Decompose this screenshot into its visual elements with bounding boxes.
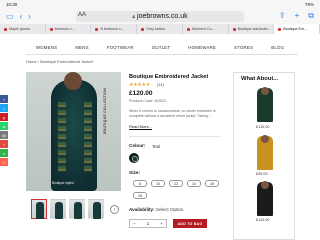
print-icon[interactable]: □	[0, 158, 8, 166]
email-icon[interactable]: @	[0, 131, 8, 139]
browser-tab-active[interactable]: Boutique Em...	[274, 24, 320, 34]
sms-icon[interactable]: s	[0, 149, 8, 157]
twitter-icon[interactable]: t	[0, 104, 8, 112]
colour-swatch-teal[interactable]	[129, 153, 139, 163]
availability-value: Select Option	[155, 207, 184, 212]
nav-homeware[interactable]: HOMEWARE	[188, 45, 216, 50]
browser-tab[interactable]: Womens Co...	[183, 24, 229, 34]
url-text: joebrowns.co.uk	[137, 13, 188, 20]
recommendation-image[interactable]	[244, 135, 286, 170]
qty-decrease-button[interactable]: −	[133, 221, 136, 226]
quantity-stepper: − 1 +	[129, 219, 167, 228]
read-more-link[interactable]: Read More...	[129, 124, 152, 129]
add-to-bag-button[interactable]: ADD TO BAG	[173, 219, 207, 228]
whatsapp-icon[interactable]: w	[0, 122, 8, 130]
clock: 10:30	[6, 2, 18, 7]
social-share-rail: f t p w @ + s □	[0, 95, 8, 167]
size-option[interactable]: 16	[205, 180, 219, 187]
product-title: Boutique Embroidered Jacket	[129, 74, 209, 80]
product-price: £120.00	[129, 90, 153, 97]
nav-outlet[interactable]: OUTLET	[152, 45, 171, 50]
size-option[interactable]: 14	[187, 180, 201, 187]
forward-icon[interactable]: ›	[28, 12, 31, 21]
rating-stars[interactable]: ★★★★★	[129, 82, 150, 88]
nav-divider	[26, 54, 298, 55]
what-about-panel: What About... £110.00 £99.00 £110.00	[233, 72, 295, 240]
browser-tab[interactable]: Grey kaftan	[137, 24, 183, 34]
site-nav: WOMENS MENS FOOTWEAR OUTLET HOMEWARE STO…	[0, 40, 320, 54]
recommendation-image[interactable]	[244, 181, 286, 216]
browser-tab[interactable]: bedroom c...	[46, 24, 92, 34]
breadcrumb[interactable]: Home › Boutique Embroidered Jacket	[26, 59, 93, 64]
thumbnail[interactable]	[88, 199, 104, 219]
nav-womens[interactable]: WOMENS	[36, 45, 57, 50]
facebook-icon[interactable]: f	[0, 95, 8, 103]
thumbnail[interactable]	[31, 199, 47, 219]
share-icon[interactable]: ⇪	[279, 11, 286, 21]
recommendation-price: £110.00	[256, 218, 270, 222]
pinterest-icon[interactable]: p	[0, 113, 8, 121]
battery-indicator: 79%	[304, 2, 314, 7]
recommendation-price: £110.00	[256, 125, 270, 129]
availability: Availability: Select Option	[129, 207, 184, 212]
size-option[interactable]: 8	[133, 180, 147, 187]
qty-increase-button[interactable]: +	[160, 221, 163, 226]
recommendation-image[interactable]	[244, 87, 286, 122]
status-bar: 10:30 79%	[0, 0, 320, 9]
size-option[interactable]: 10	[151, 180, 165, 187]
recommendation-price: £99.00	[256, 172, 268, 176]
divider	[129, 136, 221, 137]
browser-tab[interactable]: Boutique wardrobe...	[229, 24, 275, 34]
nav-mens[interactable]: MENS	[75, 45, 89, 50]
browser-toolbar: ▭ ‹ › 🔒︎ joebrowns.co.uk AA ⇪ + ⧉	[0, 9, 320, 24]
image-caption: Boutique styled	[52, 181, 74, 185]
tabs-overview-icon[interactable]: ⧉	[308, 11, 314, 21]
what-about-title: What About...	[241, 76, 279, 82]
lock-icon: 🔒︎	[132, 13, 136, 20]
address-bar[interactable]: 🔒︎ joebrowns.co.uk	[76, 11, 244, 22]
new-tab-icon[interactable]: +	[295, 11, 300, 21]
sidebar-toggle-icon[interactable]: ▭	[6, 12, 14, 21]
collection-label: BOUTIQUE COLLECTION	[103, 88, 107, 135]
product-description: When it comes to occasionwear, no winter…	[129, 109, 216, 118]
nav-blog[interactable]: BLOG	[271, 45, 284, 50]
product-code: Product Code: WJ021	[129, 99, 167, 103]
thumbnail[interactable]	[50, 199, 66, 219]
thumbnail[interactable]	[69, 199, 85, 219]
thumbnail-strip	[31, 199, 104, 219]
size-option[interactable]: 18	[133, 192, 147, 199]
browser-tab[interactable]: Maple gloves	[0, 24, 46, 34]
size-options: 8 10 12 14 16 18	[133, 180, 225, 199]
share-icon[interactable]: +	[0, 140, 8, 148]
nav-stores[interactable]: STORES	[234, 45, 253, 50]
colour-label: Colour:	[129, 143, 146, 148]
back-icon[interactable]: ‹	[20, 12, 23, 21]
reader-options-button[interactable]: AA	[78, 12, 86, 18]
thumbnail-next-button[interactable]: ›	[110, 205, 119, 214]
qty-value[interactable]: 1	[147, 221, 149, 226]
nav-footwear[interactable]: FOOTWEAR	[107, 45, 134, 50]
review-count[interactable]: (14)	[157, 83, 164, 87]
colour-value: Teal	[152, 144, 161, 149]
size-option[interactable]: 12	[169, 180, 183, 187]
browser-tab[interactable]: B bedroom s...	[91, 24, 138, 34]
tab-strip: Maple gloves bedroom c... B bedroom s...…	[0, 24, 320, 34]
size-label: Size:	[129, 171, 141, 176]
